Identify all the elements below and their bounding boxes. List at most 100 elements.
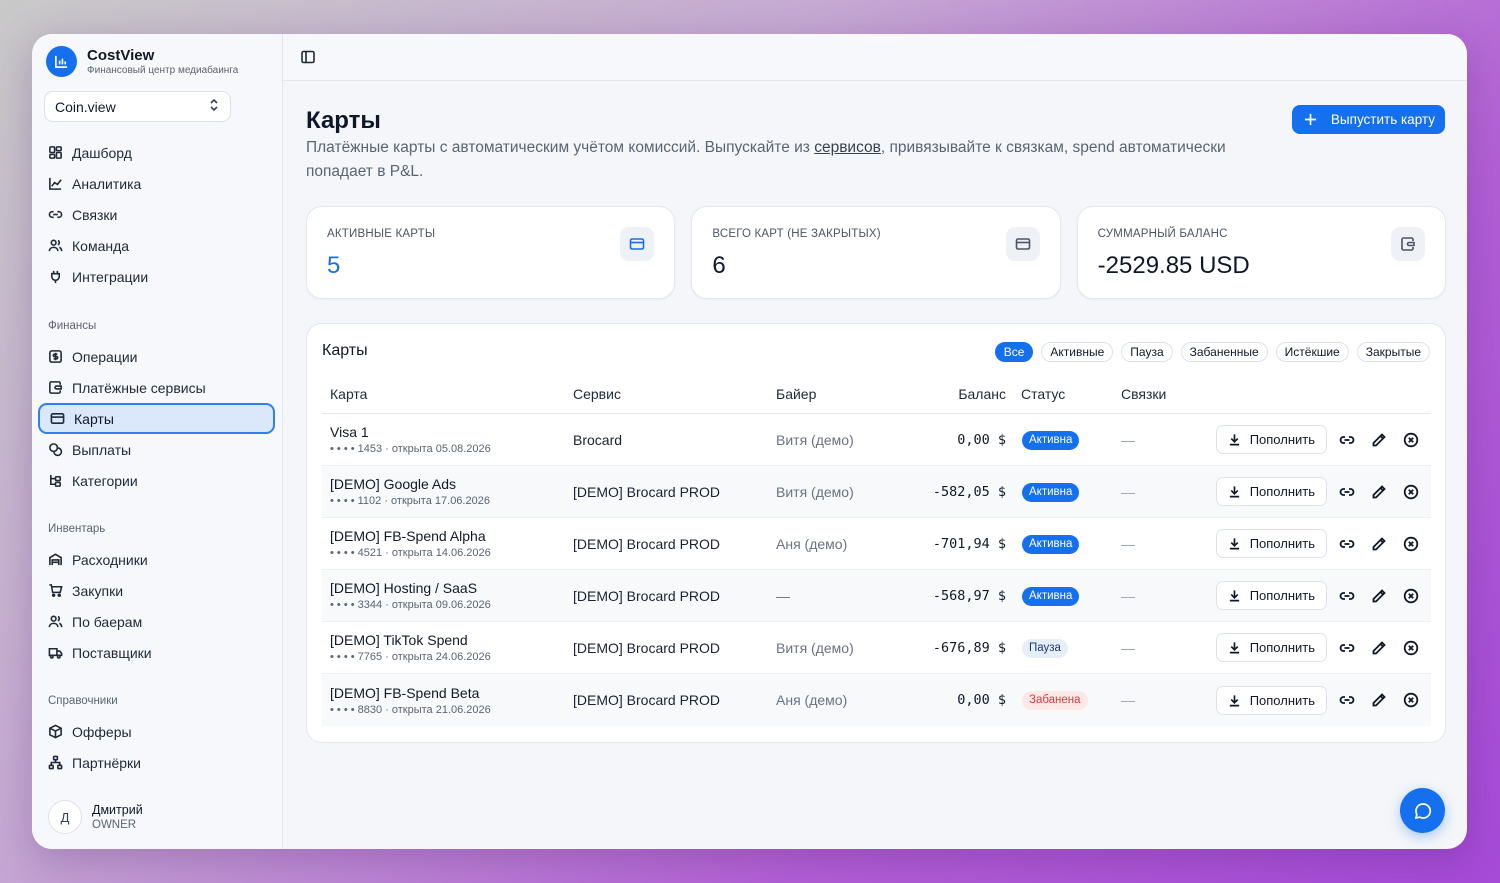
link-icon [48, 210, 63, 219]
download-icon [1229, 538, 1239, 550]
sidebar-item-partners[interactable]: Партнёрки [38, 747, 275, 778]
filter-expired[interactable]: Истёкшие [1275, 342, 1349, 362]
link-button[interactable] [1335, 480, 1359, 504]
topup-button[interactable]: Пополнить [1215, 425, 1327, 454]
link-button[interactable] [1335, 584, 1359, 608]
download-icon [1229, 486, 1239, 498]
column-header-status[interactable]: Статус [1006, 386, 1121, 402]
link-button[interactable] [1335, 688, 1359, 712]
close-card-button[interactable] [1399, 428, 1423, 452]
edit-button[interactable] [1367, 688, 1391, 712]
sidebar-item-offers[interactable]: Офферы [38, 716, 275, 747]
sidebar-item-analytics[interactable]: Аналитика [38, 168, 275, 199]
card-name[interactable]: [DEMO] Google Ads [330, 476, 573, 492]
card-name[interactable]: [DEMO] TikTok Spend [330, 632, 573, 648]
dashboard-icon [49, 146, 62, 159]
edit-button[interactable] [1367, 428, 1391, 452]
sidebar-item-payment-services[interactable]: Платёжные сервисы [38, 372, 275, 403]
pencil-icon [1372, 640, 1386, 654]
panel-title: Карты [322, 342, 368, 359]
sidebar-item-operations[interactable]: Операции [38, 341, 275, 372]
sidebar-item-suppliers[interactable]: Поставщики [38, 637, 275, 668]
card-cell: [DEMO] Google Ads • • • • 1102 · открыта … [322, 476, 573, 507]
filter-paused[interactable]: Пауза [1121, 342, 1173, 362]
topup-button[interactable]: Пополнить [1215, 529, 1327, 558]
links-cell: — [1121, 483, 1135, 500]
users-icon [48, 615, 63, 628]
topup-button[interactable]: Пополнить [1215, 685, 1327, 715]
sidebar-item-links[interactable]: Связки [38, 199, 275, 230]
sidebar-item-integrations[interactable]: Интеграции [38, 261, 275, 292]
cards-table: Карта Сервис Байер Баланс Статус Связки … [322, 374, 1431, 726]
sidebar-item-dashboard[interactable]: Дашборд [38, 137, 275, 168]
stat-value: -2529.85 USD [1097, 252, 1250, 279]
pencil-icon [1372, 588, 1386, 602]
column-header-card[interactable]: Карта [322, 386, 573, 402]
sidebar-item-cards[interactable]: Карты [38, 403, 275, 434]
table-row[interactable]: Visa 1 • • • • 1453 · открыта 05.08.2026 B… [322, 414, 1431, 466]
card-name[interactable]: [DEMO] Hosting / SaaS [330, 580, 573, 596]
pencil-icon [1372, 693, 1386, 707]
sidebar-item-purchases[interactable]: Закупки [38, 575, 275, 606]
table-row[interactable]: [DEMO] Hosting / SaaS • • • • 3344 · откр… [322, 570, 1431, 622]
close-card-button[interactable] [1399, 480, 1423, 504]
filter-all[interactable]: Все [994, 342, 1034, 362]
card-name[interactable]: Visa 1 [330, 424, 573, 440]
row-actions: Пополнить [1201, 685, 1431, 715]
topup-button[interactable]: Пополнить [1215, 633, 1327, 662]
close-card-button[interactable] [1399, 688, 1423, 712]
column-header-balance[interactable]: Баланс [896, 386, 1006, 402]
topup-button[interactable]: Пополнить [1215, 477, 1327, 506]
column-header-buyer[interactable]: Байер [776, 386, 896, 402]
service-cell: [DEMO] Brocard PROD [573, 483, 721, 500]
issue-card-label: Выпустить карту [1330, 112, 1435, 127]
app-name: CostView [87, 47, 155, 64]
edit-button[interactable] [1367, 532, 1391, 556]
nav-references: Справочники Офферы Партнёрки [38, 685, 275, 778]
user-profile[interactable]: Д Дмитрий OWNER [48, 800, 143, 834]
table-row[interactable]: [DEMO] FB-Spend Alpha • • • • 4521 · откр… [322, 518, 1431, 570]
sidebar-item-team[interactable]: Команда [38, 230, 275, 261]
card-meta: • • • • 8830 · открыта 21.06.2026 [330, 703, 491, 716]
logo-chart-icon [46, 46, 77, 77]
sidebar-item-label: Операции [72, 348, 138, 365]
chat-button[interactable] [1400, 788, 1445, 833]
table-row[interactable]: [DEMO] TikTok Spend • • • • 7765 · открыт… [322, 622, 1431, 674]
card-meta: • • • • 3344 · открыта 09.06.2026 [330, 599, 491, 611]
card-name[interactable]: [DEMO] FB-Spend Alpha [330, 528, 573, 544]
workspace-select[interactable]: Coin.view [44, 91, 231, 122]
service-cell: [DEMO] Brocard PROD [573, 535, 721, 552]
column-header-links[interactable]: Связки [1121, 386, 1201, 402]
close-card-button[interactable] [1399, 636, 1423, 660]
topup-button[interactable]: Пополнить [1215, 581, 1327, 610]
link-button[interactable] [1335, 428, 1359, 452]
sidebar-item-consumables[interactable]: Расходники [38, 544, 275, 575]
balance-cell: -568,97 $ [932, 587, 1006, 604]
sidebar-item-payouts[interactable]: Выплаты [38, 434, 275, 465]
filter-closed[interactable]: Закрытые [1356, 342, 1430, 362]
x-circle-icon [1403, 640, 1419, 655]
card-name[interactable]: [DEMO] FB-Spend Beta [330, 685, 573, 701]
link-button[interactable] [1335, 532, 1359, 556]
table-row[interactable]: [DEMO] Google Ads • • • • 1102 · открыта … [322, 466, 1431, 518]
services-link[interactable]: сервисов [814, 139, 881, 156]
edit-button[interactable] [1367, 584, 1391, 608]
table-row[interactable]: [DEMO] FB-Spend Beta • • • • 8830 · откры… [322, 674, 1431, 726]
row-actions: Пополнить [1201, 633, 1431, 662]
issue-card-button[interactable]: Выпустить карту [1291, 105, 1445, 134]
sidebar-toggle-icon[interactable] [300, 49, 316, 65]
close-card-button[interactable] [1399, 584, 1423, 608]
sidebar-item-by-buyers[interactable]: По баерам [38, 606, 275, 637]
edit-button[interactable] [1367, 636, 1391, 660]
column-header-service[interactable]: Сервис [573, 386, 776, 402]
filter-active[interactable]: Активные [1041, 342, 1114, 362]
link-button[interactable] [1335, 636, 1359, 660]
close-card-button[interactable] [1399, 532, 1423, 556]
chat-bubble-icon [1414, 802, 1431, 819]
sidebar-item-categories[interactable]: Категории [38, 465, 275, 496]
service-cell: [DEMO] Brocard PROD [573, 639, 721, 656]
links-cell: — [1121, 535, 1135, 552]
filter-banned[interactable]: Забаненные [1180, 342, 1268, 362]
edit-button[interactable] [1367, 480, 1391, 504]
page-title: Карты [306, 107, 381, 134]
